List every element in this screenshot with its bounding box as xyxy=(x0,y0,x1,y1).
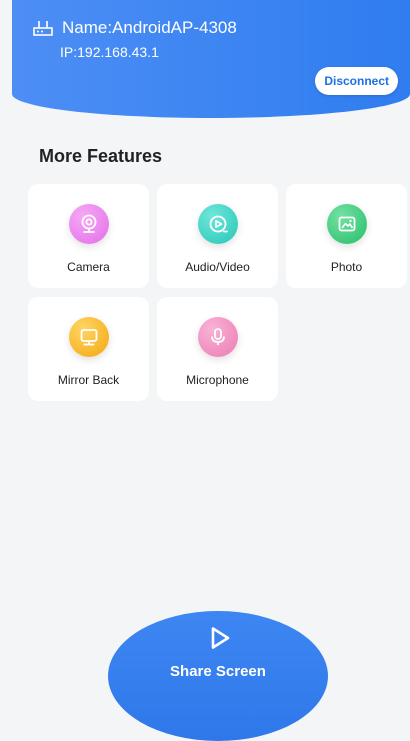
feature-label: Mirror Back xyxy=(57,373,120,387)
monitor-icon xyxy=(68,317,109,357)
feature-label: Microphone xyxy=(186,373,249,387)
play-circle-icon xyxy=(197,204,238,244)
router-icon xyxy=(33,21,53,36)
photo-icon xyxy=(326,204,367,244)
disconnect-button[interactable]: Disconnect xyxy=(315,67,398,95)
play-icon xyxy=(211,627,230,649)
feature-label: Photo xyxy=(330,260,363,274)
feature-label: Camera xyxy=(67,260,110,274)
feature-photo[interactable]: Photo xyxy=(286,184,407,288)
connection-name: Name:AndroidAP-4308 xyxy=(62,18,237,37)
connection-header: Name:AndroidAP-4308 IP:192.168.43.1 Disc… xyxy=(12,0,410,118)
feature-camera[interactable]: Camera xyxy=(28,184,149,288)
microphone-icon xyxy=(197,317,238,357)
feature-microphone[interactable]: Microphone xyxy=(157,297,278,401)
camera-icon xyxy=(68,204,109,244)
share-screen-button[interactable]: Share Screen xyxy=(108,611,328,741)
section-title: More Features xyxy=(39,146,163,166)
connection-ip: IP:192.168.43.1 xyxy=(60,44,159,60)
feature-label: Audio/Video xyxy=(185,260,250,274)
connection-row: Name:AndroidAP-4308 xyxy=(32,18,237,38)
feature-audio-video[interactable]: Audio/Video xyxy=(157,184,278,288)
feature-mirror-back[interactable]: Mirror Back xyxy=(28,297,149,401)
share-screen-label: Share Screen xyxy=(170,663,266,680)
